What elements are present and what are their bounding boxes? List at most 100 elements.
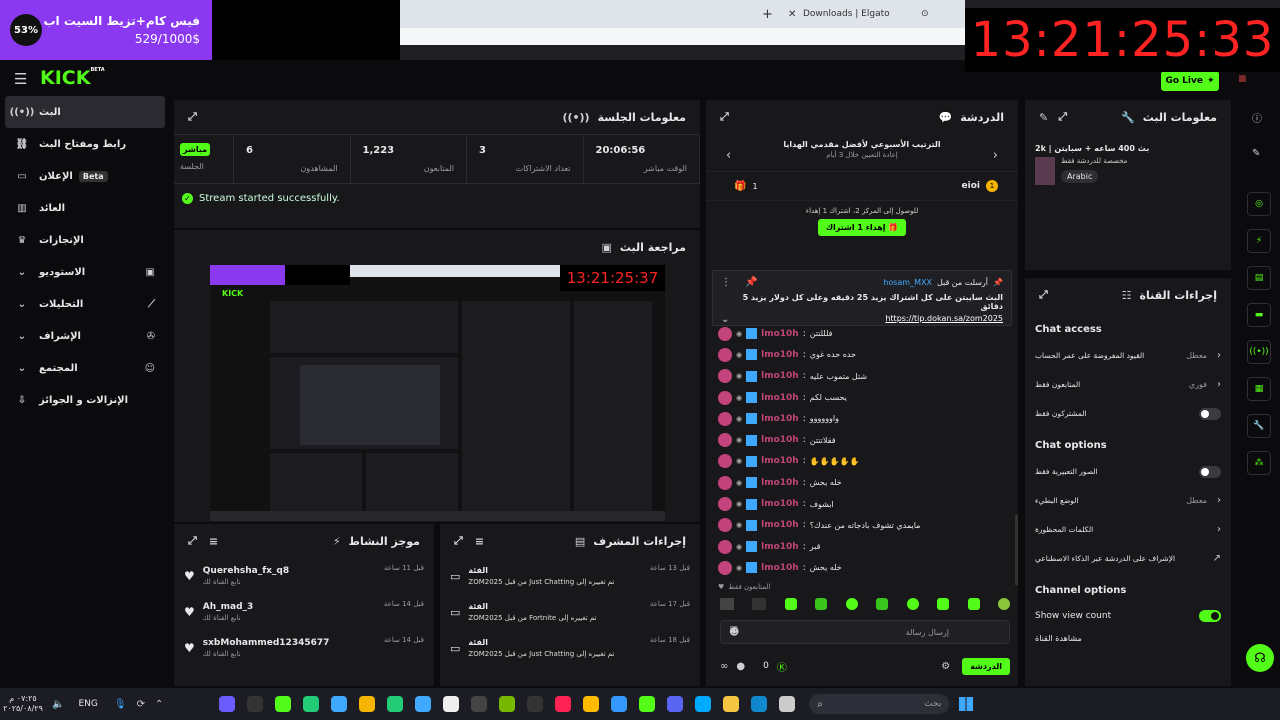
setting-toggle[interactable]	[1199, 465, 1221, 478]
info-icon[interactable]: ⓘ	[1252, 110, 1262, 125]
pencil-icon[interactable]: ✎	[1252, 148, 1260, 159]
activity-item[interactable]: ♥ Ah_mad_3 تابع القناة لك قبل 14 ساعة	[174, 594, 434, 630]
sidebar-item-7[interactable]: ⌄ الإشراف ✇	[5, 320, 165, 352]
chat-username[interactable]: lmo10h	[761, 393, 799, 403]
category-name[interactable]: مخصصة للدردشة فقط	[1061, 157, 1127, 165]
chrome-icon[interactable]	[583, 696, 600, 712]
watch-channel-link[interactable]: مشاهدة القناة	[1025, 630, 1231, 647]
chat-username[interactable]: lmo10h	[761, 456, 799, 466]
speaker-icon[interactable]: 🔈	[52, 699, 64, 710]
activity-item[interactable]: ♥ sxbMohammed12345677 تابع القناة لك قبل 14…	[174, 630, 434, 666]
app-icon[interactable]	[471, 696, 488, 712]
new-tab-icon[interactable]: +	[762, 7, 773, 22]
chat-input[interactable]: إرسال رسالة ☻	[720, 620, 1010, 644]
chat-scrollbar[interactable]	[1015, 515, 1018, 585]
discord-icon[interactable]	[667, 696, 684, 712]
mod-action-item[interactable]: ▭ الفئة تم تغييره إلى Just Chatting من قبل…	[440, 558, 700, 594]
taskbar-search[interactable]: بحث ⌕	[809, 694, 950, 714]
chat-message[interactable]: ◉ lmo10h: قبر	[706, 536, 1018, 557]
chat-username[interactable]: lmo10h	[761, 520, 799, 530]
app-icon[interactable]	[303, 696, 320, 712]
chat-message[interactable]: ◉ lmo10h: واوووووو	[706, 408, 1018, 429]
chat-message[interactable]: ◉ lmo10h: ✋✋✋✋✋	[706, 451, 1018, 472]
chat-message[interactable]: ◉ lmo10h: ابشوف	[706, 493, 1018, 514]
edit-icon[interactable]: ✎	[1039, 110, 1048, 124]
edge-icon[interactable]	[695, 696, 712, 712]
chat-message[interactable]: ◉ lmo10h: مايمدي تشوف بادجاته من عندك؟	[706, 515, 1018, 536]
popout-icon[interactable]: ⤢	[1039, 288, 1048, 302]
users-icon[interactable]: ⁂	[1247, 451, 1271, 475]
sidebar-item-4[interactable]: ♛ الإنجازات	[5, 224, 165, 256]
emote-icon[interactable]	[752, 598, 767, 610]
chat-username[interactable]: lmo10h	[761, 542, 799, 552]
chat-username[interactable]: lmo10h	[761, 329, 799, 339]
grid-app-icon[interactable]	[219, 696, 236, 712]
wrench-icon[interactable]: 🔧	[1247, 414, 1271, 438]
kick-app-icon[interactable]	[639, 696, 656, 712]
channel-setting-row[interactable]: الصور التعبيرية فقط	[1025, 457, 1231, 486]
popout-icon[interactable]: ⤢	[188, 110, 197, 124]
steam-icon[interactable]	[611, 696, 628, 712]
popout-icon[interactable]: ⤢	[1058, 110, 1067, 124]
edge-icon[interactable]	[751, 696, 768, 712]
mic-icon[interactable]: 🎙	[114, 699, 127, 710]
brave-icon[interactable]	[555, 696, 572, 712]
emote-icon[interactable]	[845, 598, 858, 610]
infinity-icon[interactable]: ∞	[720, 661, 728, 672]
pinned-user[interactable]: hosam_MXX	[883, 278, 932, 287]
tray-icon[interactable]: ⟳	[137, 699, 145, 710]
setting-toggle[interactable]	[1199, 407, 1221, 420]
capcut-icon[interactable]	[443, 696, 460, 712]
epic-app-icon[interactable]	[527, 696, 544, 712]
chat-message[interactable]: ◉ lmo10h: فلللتتن	[706, 323, 1018, 344]
menu-icon[interactable]: ☰	[14, 70, 27, 88]
language-indicator[interactable]: ENG	[78, 699, 97, 709]
popout-icon[interactable]: ⤢	[720, 110, 729, 124]
channel-setting-row[interactable]: الكلمات المحظورة ›	[1025, 515, 1231, 544]
mod-action-item[interactable]: ▭ الفئة تم تغييره إلى Just Chatting من قبل…	[440, 630, 700, 666]
chevron-up-icon[interactable]: ⌃	[155, 699, 163, 710]
emote-icon[interactable]	[876, 598, 889, 610]
sidebar-item-0[interactable]: ((•)) البث	[5, 96, 165, 128]
chat-username[interactable]: lmo10h	[761, 350, 799, 360]
sidebar-item-6[interactable]: ⌄ التحليلات ⟋	[5, 288, 165, 320]
emote-icon[interactable]	[720, 598, 734, 610]
app-icon[interactable]	[359, 696, 376, 712]
app-icon[interactable]	[779, 696, 796, 712]
emote-icon[interactable]	[937, 598, 950, 610]
sidebar-item-1[interactable]: ⛓ رابط ومفتاح البث	[5, 128, 165, 160]
gear-icon[interactable]: ⚙	[941, 661, 950, 672]
taskbar-date[interactable]: ٢٠٢٥/٠٨/٢٩	[0, 704, 46, 714]
sidebar-item-5[interactable]: ⌄ الاستوديو ▣	[5, 256, 165, 288]
notification-icon[interactable]: ■	[1238, 74, 1247, 84]
chat-username[interactable]: lmo10h	[761, 371, 799, 381]
preview-video[interactable]: 13:21:25:37 KICK	[210, 265, 665, 521]
chat-send-button[interactable]: الدردشة	[962, 657, 1010, 675]
whatsapp-icon[interactable]	[387, 696, 404, 712]
chat-username[interactable]: lmo10h	[761, 499, 799, 509]
windows-start-icon[interactable]	[959, 697, 974, 711]
chevron-left-icon[interactable]: ‹	[726, 148, 731, 163]
popout-icon[interactable]: ⤢	[188, 534, 197, 548]
taskbar-time[interactable]: ٠٧:٢٥ م	[0, 694, 46, 704]
pin-toggle-icon[interactable]: 📌	[745, 277, 757, 288]
lightning-icon[interactable]: ⚡	[1247, 229, 1271, 253]
show-view-count-toggle[interactable]	[1199, 610, 1221, 622]
emote-icon[interactable]	[906, 598, 919, 610]
kick-logo[interactable]: KICKBETA	[40, 67, 105, 89]
emote-icon[interactable]	[967, 598, 980, 610]
filter-icon[interactable]: ≡	[475, 534, 484, 548]
nvidia-icon[interactable]	[499, 696, 516, 712]
chat-bubble-icon[interactable]: ▬	[1247, 303, 1271, 327]
chat-username[interactable]: lmo10h	[761, 563, 799, 573]
live-signal-icon[interactable]: ((•))	[1247, 340, 1271, 364]
chat-message[interactable]: ◉ lmo10h: خله يحش	[706, 472, 1018, 493]
emote-icon[interactable]	[784, 598, 797, 610]
close-tab-icon[interactable]: ✕	[788, 9, 796, 20]
channel-setting-row[interactable]: المشتركون فقط	[1025, 399, 1231, 428]
support-button[interactable]: ☊	[1246, 644, 1274, 672]
filter-icon[interactable]: ≡	[209, 534, 218, 548]
chat-username[interactable]: lmo10h	[761, 435, 799, 445]
channel-setting-row[interactable]: القيود المفروضة على عمر الحساب معطل ›	[1025, 341, 1231, 370]
sidebar-item-8[interactable]: ⌄ المجتمع ☺	[5, 352, 165, 384]
